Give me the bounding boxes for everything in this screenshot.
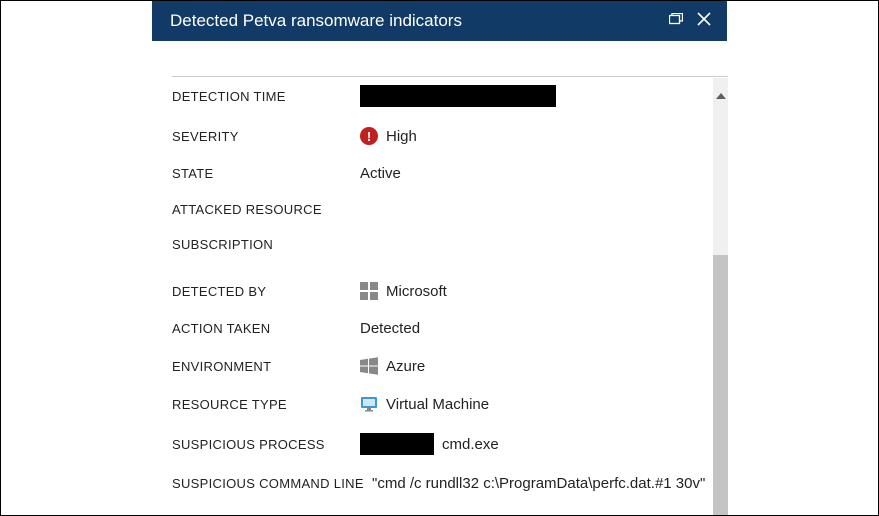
value-suspicious-cmd: "cmd /c rundll32 c:\ProgramData\perfc.da… [372, 475, 705, 492]
restore-icon[interactable] [669, 12, 683, 30]
row-detection-time: DETECTION TIME [172, 85, 708, 107]
close-icon[interactable] [697, 12, 711, 31]
detected-by-text: Microsoft [386, 283, 447, 300]
microsoft-icon [360, 282, 378, 300]
virtual-machine-icon [360, 395, 378, 413]
row-severity: SEVERITY ! High [172, 127, 708, 145]
label-action-taken: ACTION TAKEN [172, 321, 360, 336]
label-severity: SEVERITY [172, 129, 360, 144]
dialog-header: Detected Petva ransomware indicators [152, 1, 727, 41]
action-taken-text: Detected [360, 320, 420, 337]
value-action-taken: Detected [360, 320, 420, 337]
details-panel: DETECTION TIME SEVERITY ! High STATE Act… [172, 77, 728, 492]
alert-icon: ! [360, 127, 378, 145]
scrollbar-up-arrow-icon[interactable] [713, 91, 728, 102]
window-controls [669, 12, 711, 31]
windows-icon [360, 357, 378, 375]
resource-type-text: Virtual Machine [386, 396, 489, 413]
label-environment: ENVIRONMENT [172, 359, 360, 374]
label-state: STATE [172, 166, 360, 181]
label-subscription: SUBSCRIPTION [172, 237, 360, 252]
redacted-block [360, 433, 434, 455]
label-attacked-resource: ATTACKED RESOURCE [172, 202, 360, 217]
row-environment: ENVIRONMENT Azure [172, 357, 708, 375]
redacted-block [360, 85, 556, 107]
value-environment: Azure [360, 357, 425, 375]
row-detected-by: DETECTED BY Microsoft [172, 282, 708, 300]
row-resource-type: RESOURCE TYPE Virtual Machine [172, 395, 708, 413]
row-subscription: SUBSCRIPTION [172, 237, 708, 252]
row-attacked-resource: ATTACKED RESOURCE [172, 202, 708, 217]
label-resource-type: RESOURCE TYPE [172, 397, 360, 412]
dialog-body: DETECTION TIME SEVERITY ! High STATE Act… [172, 76, 728, 514]
suspicious-process-text: cmd.exe [442, 436, 499, 453]
row-state: STATE Active [172, 165, 708, 182]
label-detected-by: DETECTED BY [172, 284, 360, 299]
dialog-title: Detected Petva ransomware indicators [170, 11, 462, 31]
value-suspicious-process: cmd.exe [360, 433, 499, 455]
value-resource-type: Virtual Machine [360, 395, 489, 413]
severity-text: High [386, 128, 417, 145]
label-suspicious-process: SUSPICIOUS PROCESS [172, 437, 360, 452]
environment-text: Azure [386, 358, 425, 375]
state-text: Active [360, 165, 401, 182]
label-suspicious-cmd: SUSPICIOUS COMMAND LINE [172, 476, 372, 491]
row-suspicious-process: SUSPICIOUS PROCESS cmd.exe [172, 433, 708, 455]
label-detection-time: DETECTION TIME [172, 89, 360, 104]
value-severity: ! High [360, 127, 417, 145]
value-detection-time [360, 85, 556, 107]
row-action-taken: ACTION TAKEN Detected [172, 320, 708, 337]
value-state: Active [360, 165, 401, 182]
row-suspicious-cmd: SUSPICIOUS COMMAND LINE "cmd /c rundll32… [172, 475, 708, 492]
suspicious-cmd-text: "cmd /c rundll32 c:\ProgramData\perfc.da… [372, 475, 705, 492]
value-detected-by: Microsoft [360, 282, 447, 300]
scrollbar-thumb[interactable] [713, 255, 728, 515]
